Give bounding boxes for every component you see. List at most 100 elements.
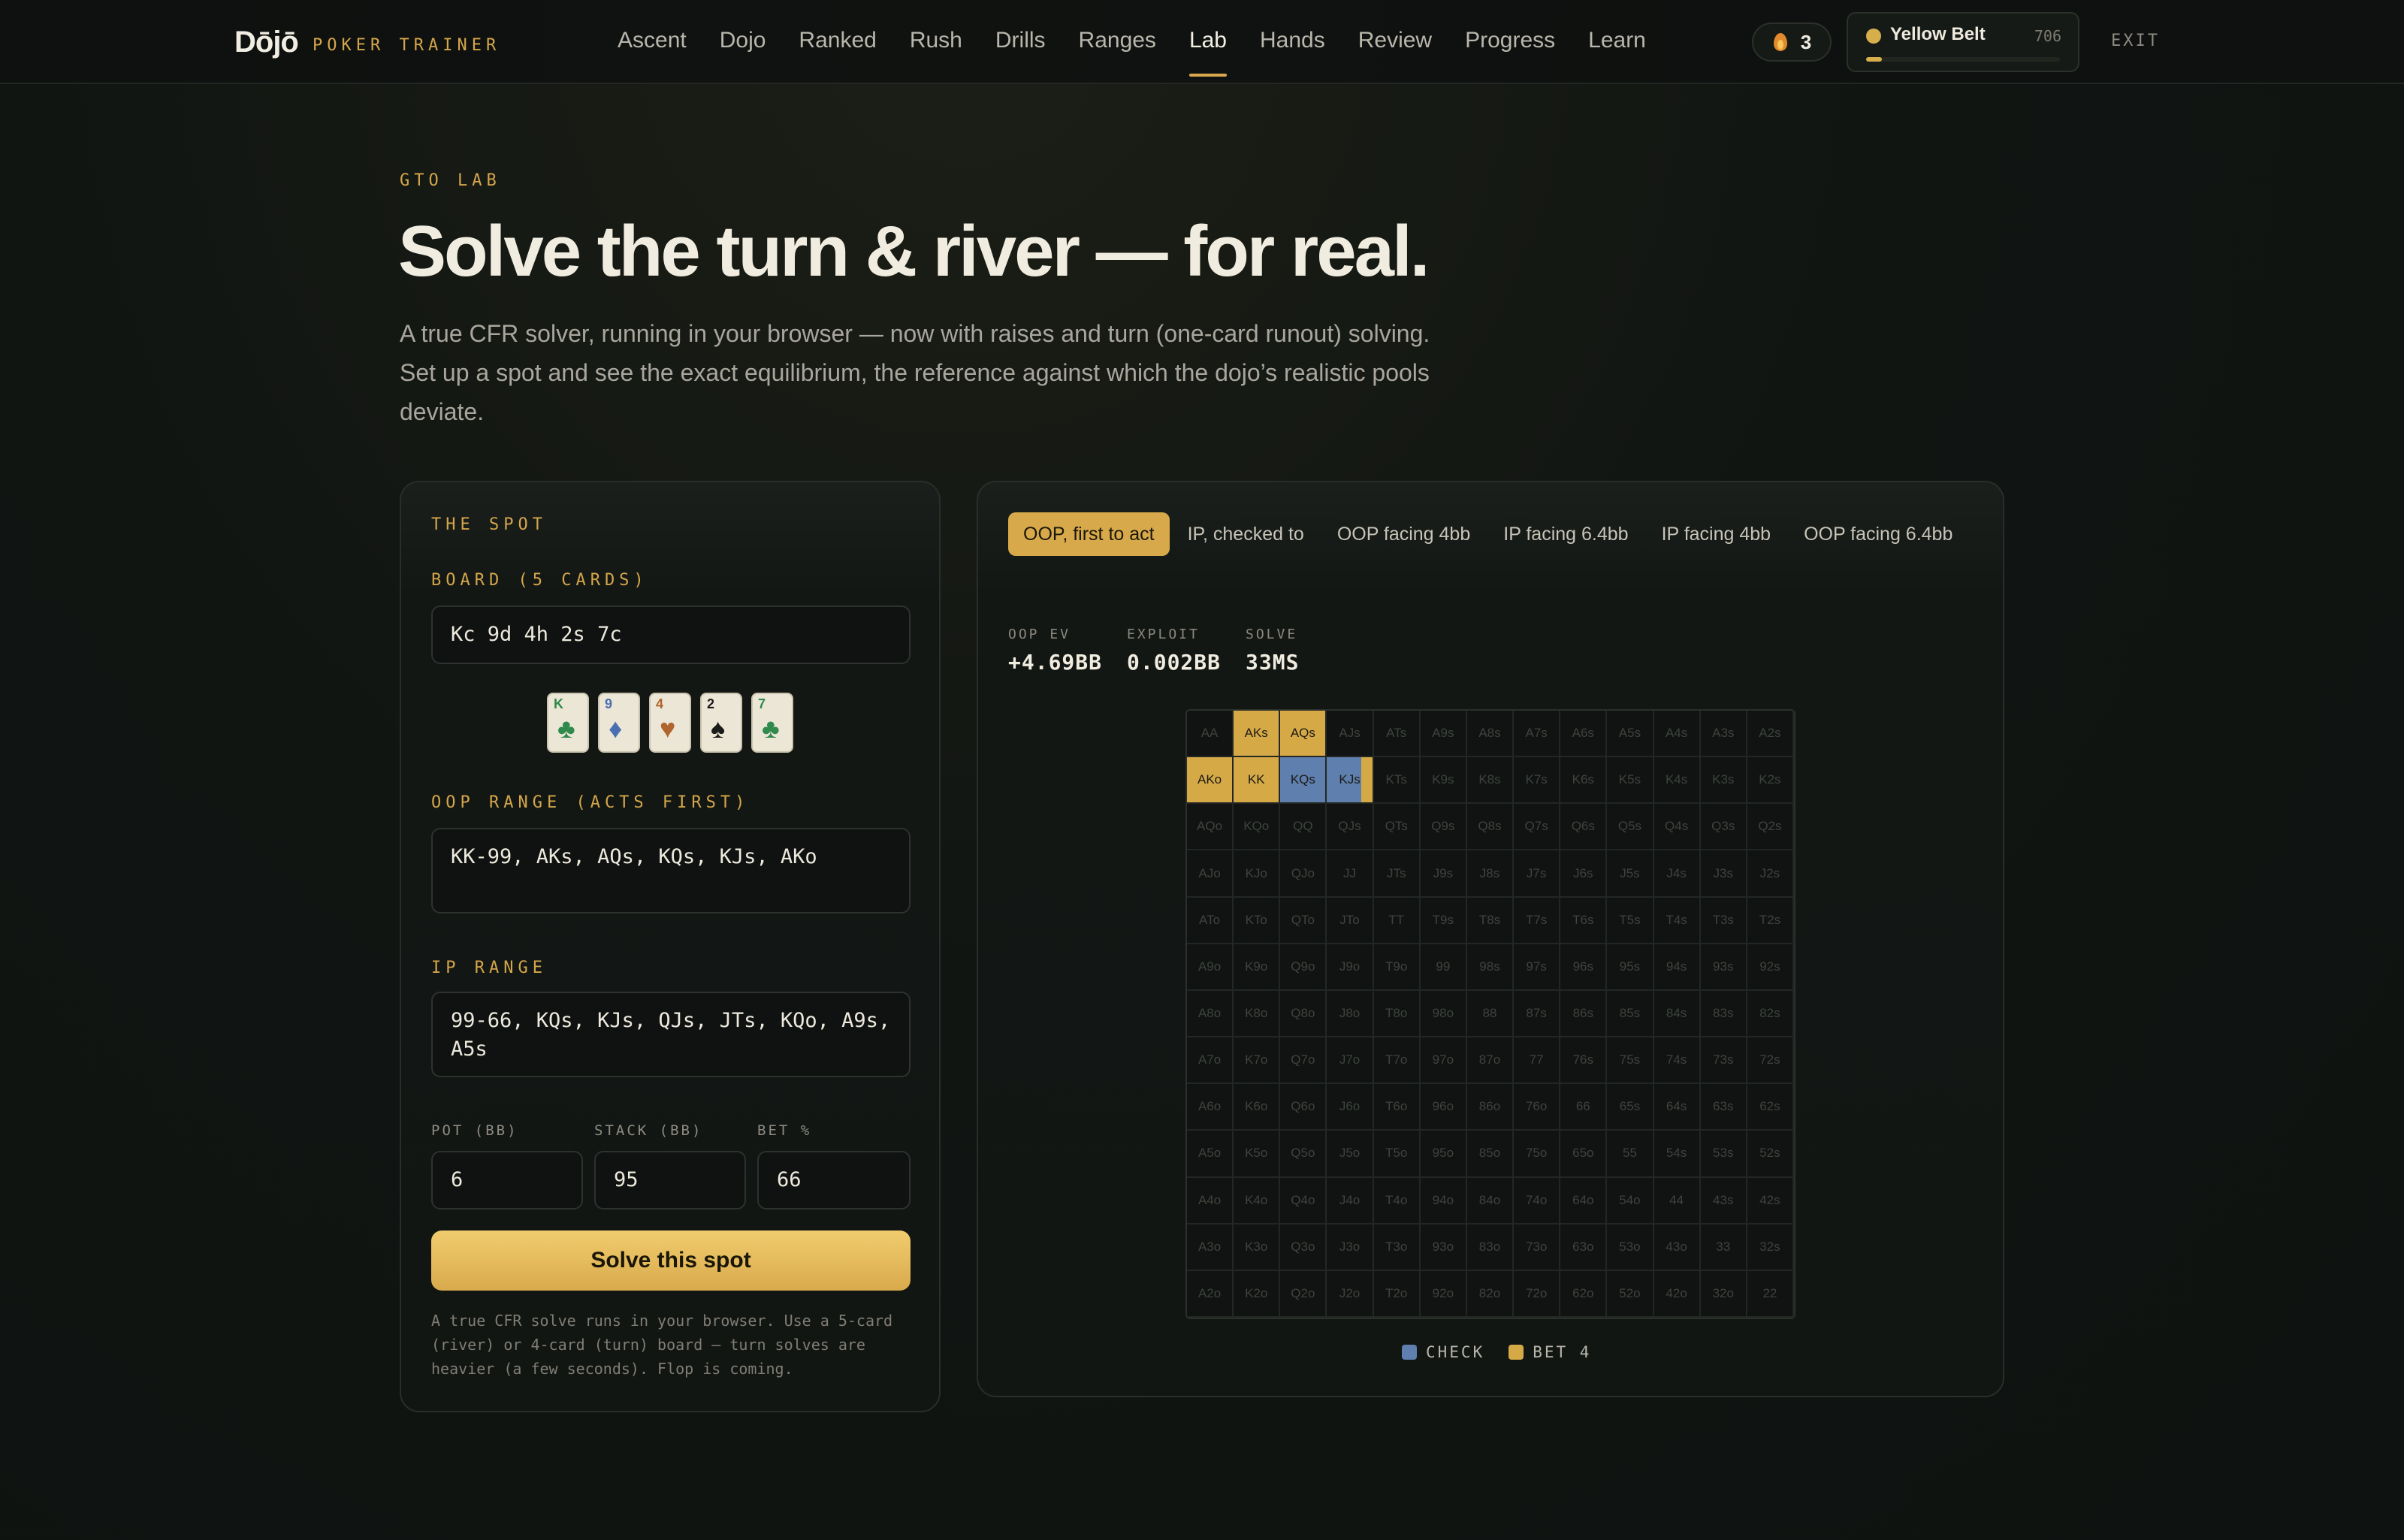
nav-item-ascent[interactable]: Ascent <box>601 0 703 84</box>
matrix-cell[interactable]: A4o <box>1187 1177 1234 1224</box>
matrix-cell[interactable]: T6s <box>1560 897 1608 944</box>
node-tab[interactable]: IP facing 6.4bb <box>1488 512 1643 556</box>
matrix-cell[interactable]: 62o <box>1560 1270 1608 1318</box>
matrix-cell[interactable]: 74o <box>1514 1177 1561 1224</box>
matrix-cell[interactable]: 95o <box>1420 1131 1467 1178</box>
ip-range-input[interactable]: 99-66, KQs, KJs, QJs, JTs, KQo, A9s, A5s <box>431 992 911 1077</box>
matrix-cell[interactable]: 52o <box>1607 1270 1654 1318</box>
matrix-cell[interactable]: 92o <box>1420 1270 1467 1318</box>
matrix-cell[interactable]: T5o <box>1373 1131 1421 1178</box>
matrix-cell[interactable]: J4s <box>1654 850 1701 898</box>
matrix-cell[interactable]: 93o <box>1420 1224 1467 1271</box>
matrix-cell[interactable]: A5o <box>1187 1131 1234 1178</box>
matrix-cell[interactable]: 55 <box>1607 1131 1654 1178</box>
matrix-cell[interactable]: 76o <box>1514 1084 1561 1131</box>
matrix-cell[interactable]: 75s <box>1607 1037 1654 1085</box>
matrix-cell[interactable]: JJ <box>1327 850 1374 898</box>
matrix-cell[interactable]: Q5o <box>1280 1131 1327 1178</box>
matrix-cell[interactable]: Q9s <box>1420 804 1467 851</box>
matrix-cell[interactable]: QTo <box>1280 897 1327 944</box>
matrix-cell[interactable]: A6o <box>1187 1084 1234 1131</box>
matrix-cell[interactable]: 53s <box>1700 1131 1747 1178</box>
matrix-cell[interactable]: 32s <box>1747 1224 1794 1271</box>
solve-button[interactable]: Solve this spot <box>431 1230 911 1291</box>
matrix-cell[interactable]: J5s <box>1607 850 1654 898</box>
matrix-cell[interactable]: T9s <box>1420 897 1467 944</box>
matrix-cell[interactable]: 83s <box>1700 990 1747 1038</box>
matrix-cell[interactable]: 82s <box>1747 990 1794 1038</box>
nav-item-learn[interactable]: Learn <box>1572 0 1663 84</box>
matrix-cell[interactable]: Q2o <box>1280 1270 1327 1318</box>
matrix-cell[interactable]: 42o <box>1654 1270 1701 1318</box>
nav-item-ranked[interactable]: Ranked <box>782 0 892 84</box>
nav-item-rush[interactable]: Rush <box>893 0 979 84</box>
matrix-cell[interactable]: KQs <box>1280 757 1327 805</box>
matrix-cell[interactable]: JTs <box>1373 850 1421 898</box>
matrix-cell[interactable]: J9s <box>1420 850 1467 898</box>
matrix-cell[interactable]: K7s <box>1514 757 1561 805</box>
matrix-cell[interactable]: A7s <box>1514 711 1561 758</box>
matrix-cell[interactable]: J2s <box>1747 850 1794 898</box>
matrix-cell[interactable]: A3o <box>1187 1224 1234 1271</box>
matrix-cell[interactable]: J5o <box>1327 1131 1374 1178</box>
matrix-cell[interactable]: A4s <box>1654 711 1701 758</box>
matrix-cell[interactable]: 84s <box>1654 990 1701 1038</box>
matrix-cell[interactable]: T2o <box>1373 1270 1421 1318</box>
node-tab[interactable]: OOP facing 6.4bb <box>1789 512 1968 556</box>
matrix-cell[interactable]: AKs <box>1234 711 1281 758</box>
matrix-cell[interactable]: Q6s <box>1560 804 1608 851</box>
matrix-cell[interactable]: K6o <box>1234 1084 1281 1131</box>
bet-input[interactable]: 66 <box>757 1151 911 1209</box>
board-input[interactable]: Kc 9d 4h 2s 7c <box>431 605 911 664</box>
stack-input[interactable]: 95 <box>594 1151 746 1209</box>
nav-item-ranges[interactable]: Ranges <box>1062 0 1173 84</box>
matrix-cell[interactable]: QJo <box>1280 850 1327 898</box>
matrix-cell[interactable]: K2o <box>1234 1270 1281 1318</box>
matrix-cell[interactable]: 72s <box>1747 1037 1794 1085</box>
matrix-cell[interactable]: K3o <box>1234 1224 1281 1271</box>
matrix-cell[interactable]: AQo <box>1187 804 1234 851</box>
matrix-cell[interactable]: 86o <box>1466 1084 1515 1131</box>
matrix-cell[interactable]: Q7o <box>1280 1037 1327 1085</box>
nav-item-drills[interactable]: Drills <box>979 0 1062 84</box>
matrix-cell[interactable]: ATo <box>1187 897 1234 944</box>
matrix-cell[interactable]: 54o <box>1607 1177 1654 1224</box>
matrix-cell[interactable]: 52s <box>1747 1131 1794 1178</box>
matrix-cell[interactable]: A2o <box>1187 1270 1234 1318</box>
matrix-cell[interactable]: 66 <box>1560 1084 1608 1131</box>
matrix-cell[interactable]: 43s <box>1700 1177 1747 1224</box>
matrix-cell[interactable]: T3s <box>1700 897 1747 944</box>
matrix-cell[interactable]: 73o <box>1514 1224 1561 1271</box>
matrix-cell[interactable]: ATs <box>1373 711 1421 758</box>
matrix-cell[interactable]: K5s <box>1607 757 1654 805</box>
matrix-cell[interactable]: A3s <box>1700 711 1747 758</box>
logo[interactable]: Dōjō <box>234 26 299 59</box>
matrix-cell[interactable]: 65o <box>1560 1131 1608 1178</box>
belt-progress-card[interactable]: Yellow Belt 706 <box>1847 12 2079 72</box>
matrix-cell[interactable]: 73s <box>1700 1037 1747 1085</box>
matrix-cell[interactable]: T2s <box>1747 897 1794 944</box>
matrix-cell[interactable]: TT <box>1373 897 1421 944</box>
matrix-cell[interactable]: 96s <box>1560 944 1608 991</box>
matrix-cell[interactable]: A9s <box>1420 711 1467 758</box>
matrix-cell[interactable]: JTo <box>1327 897 1374 944</box>
matrix-cell[interactable]: Q8o <box>1280 990 1327 1038</box>
oop-range-input[interactable]: KK-99, AKs, AQs, KQs, KJs, AKo <box>431 828 911 913</box>
matrix-cell[interactable]: 76s <box>1560 1037 1608 1085</box>
matrix-cell[interactable]: 95s <box>1607 944 1654 991</box>
matrix-cell[interactable]: KJs <box>1327 757 1374 805</box>
matrix-cell[interactable]: 62s <box>1747 1084 1794 1131</box>
matrix-cell[interactable]: K2s <box>1747 757 1794 805</box>
matrix-cell[interactable]: 99 <box>1420 944 1467 991</box>
matrix-cell[interactable]: J3o <box>1327 1224 1374 1271</box>
matrix-cell[interactable]: Q9o <box>1280 944 1327 991</box>
nav-item-hands[interactable]: Hands <box>1243 0 1342 84</box>
matrix-cell[interactable]: Q3s <box>1700 804 1747 851</box>
matrix-cell[interactable]: 42s <box>1747 1177 1794 1224</box>
matrix-cell[interactable]: 96o <box>1420 1084 1467 1131</box>
matrix-cell[interactable]: K5o <box>1234 1131 1281 1178</box>
matrix-cell[interactable]: KQo <box>1234 804 1281 851</box>
matrix-cell[interactable]: K4s <box>1654 757 1701 805</box>
matrix-cell[interactable]: J7o <box>1327 1037 1374 1085</box>
matrix-cell[interactable]: T7o <box>1373 1037 1421 1085</box>
